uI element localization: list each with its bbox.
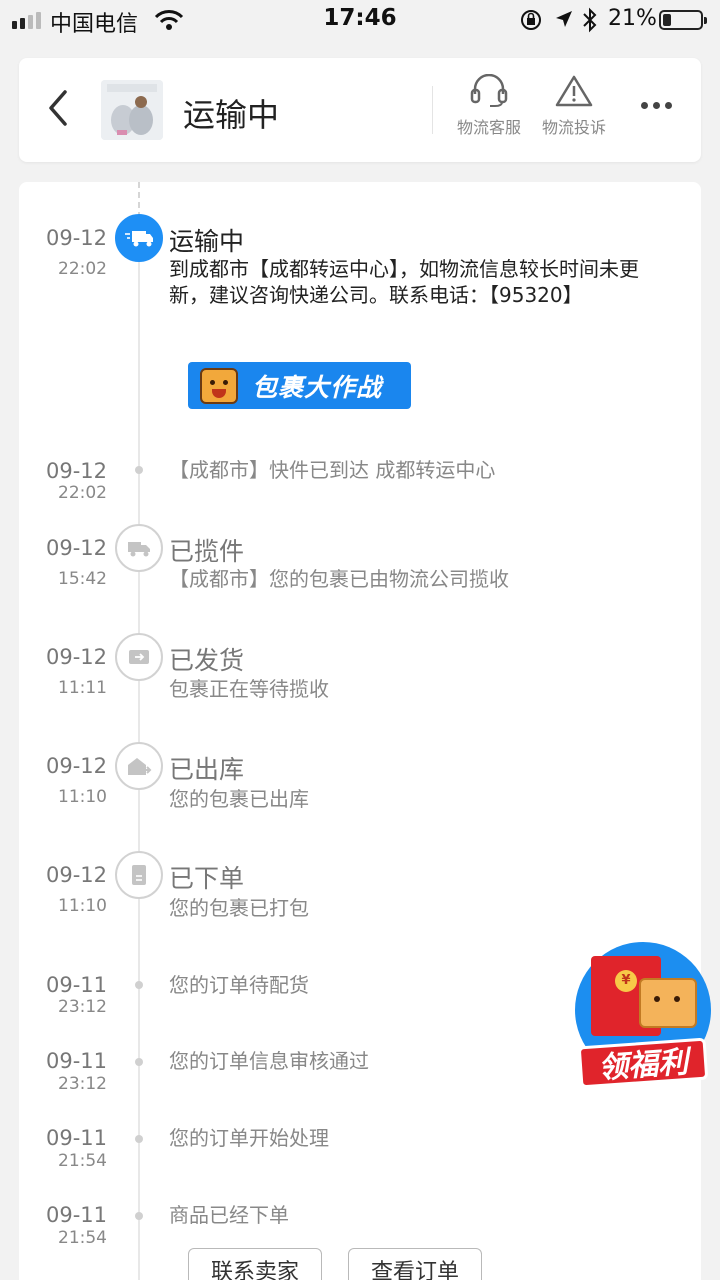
pickup-truck-icon <box>115 524 163 572</box>
event-date: 09-12 <box>45 226 107 250</box>
timeline-dot <box>135 1058 143 1066</box>
timeline-dot <box>135 1135 143 1143</box>
view-order-button[interactable]: 查看订单 <box>348 1248 483 1280</box>
event-date: 09-12 <box>45 863 107 887</box>
event-description: 到成都市【成都转运中心】，如物流信息较长时间未更新，建议咨询快递公司。联系电话：… <box>169 257 639 307</box>
box-mascot-icon <box>200 367 238 404</box>
promo-label: 领福利 <box>577 1037 709 1089</box>
warehouse-icon <box>115 742 163 790</box>
battery-percent: 21% <box>608 6 657 31</box>
logistics-support-button[interactable]: 物流客服 <box>449 74 529 138</box>
claim-benefits-floating-button[interactable]: ¥ 领福利 <box>573 942 713 1089</box>
page-title: 运输中 <box>183 96 280 134</box>
timeline-dot <box>135 466 143 474</box>
event-time: 11:11 <box>58 678 107 698</box>
event-date: 09-12 <box>45 645 107 669</box>
event-date: 09-12 <box>45 754 107 778</box>
event-description: 【成都市】快件已到达 成都转运中心 <box>169 458 496 482</box>
shipped-icon <box>115 633 163 681</box>
event-date: 09-11 <box>45 1126 107 1150</box>
event-description: 您的订单开始处理 <box>169 1126 329 1150</box>
coin-icon: ¥ <box>615 970 637 992</box>
logistics-complaint-label: 物流投诉 <box>541 118 606 137</box>
event-date: 09-11 <box>45 1203 107 1227</box>
event-time: 21:54 <box>58 1228 107 1248</box>
event-time: 21:54 <box>58 1151 107 1171</box>
back-arrow-icon[interactable] <box>43 88 73 128</box>
timeline-dot <box>135 1212 143 1220</box>
event-time: 23:12 <box>58 1074 107 1094</box>
logistics-timeline: 09-12 22:02 运输中 到成都市【成都转运中心】，如物流信息较长时间未更… <box>19 182 701 1280</box>
event-date: 09-11 <box>45 1049 107 1073</box>
product-thumbnail[interactable] <box>101 80 163 140</box>
event-status: 运输中 <box>169 227 245 256</box>
event-status: 已揽件 <box>169 537 245 566</box>
event-description: 【成都市】您的包裹已由物流公司揽收 <box>169 567 509 591</box>
event-date: 09-11 <box>45 973 107 997</box>
event-status: 已下单 <box>169 864 245 893</box>
event-description: 您的包裹已出库 <box>169 787 309 811</box>
document-icon <box>115 851 163 899</box>
location-arrow-icon <box>556 11 572 27</box>
headset-icon <box>470 74 508 107</box>
event-date: 09-12 <box>45 459 107 483</box>
timeline-dot <box>135 981 143 989</box>
truck-icon <box>115 214 163 262</box>
logistics-complaint-button[interactable]: 物流投诉 <box>534 74 614 138</box>
event-description: 您的包裹已打包 <box>169 896 309 920</box>
parcel-battle-banner[interactable]: 包裹大作战 <box>188 362 411 409</box>
status-bar: 中国电信 17:46 21% <box>0 0 720 40</box>
event-description: 商品已经下单 <box>169 1203 289 1227</box>
event-time: 15:42 <box>58 569 107 589</box>
warning-icon <box>555 75 593 107</box>
shoes-image <box>101 80 163 140</box>
contact-seller-button[interactable]: 联系卖家 <box>188 1248 323 1280</box>
event-time: 23:12 <box>58 997 107 1017</box>
header-divider <box>432 86 433 134</box>
battery-icon <box>659 10 707 30</box>
event-description: 包裹正在等待揽收 <box>169 677 329 701</box>
bluetooth-icon <box>583 7 597 33</box>
event-status: 已发货 <box>169 646 245 675</box>
logistics-support-label: 物流客服 <box>456 118 521 137</box>
event-status: 已出库 <box>169 755 245 784</box>
event-time: 11:10 <box>58 787 107 807</box>
banner-text: 包裹大作战 <box>252 372 383 402</box>
event-date: 09-12 <box>45 536 107 560</box>
event-time: 22:02 <box>58 259 107 279</box>
box-mascot-icon <box>639 978 697 1028</box>
event-time: 11:10 <box>58 896 107 916</box>
event-time: 22:02 <box>58 483 107 503</box>
timeline-dashed-line <box>138 182 140 218</box>
more-options-icon[interactable] <box>641 102 672 109</box>
orientation-lock-icon <box>521 10 541 30</box>
header-bar: 运输中 物流客服 物流投诉 <box>19 58 701 162</box>
